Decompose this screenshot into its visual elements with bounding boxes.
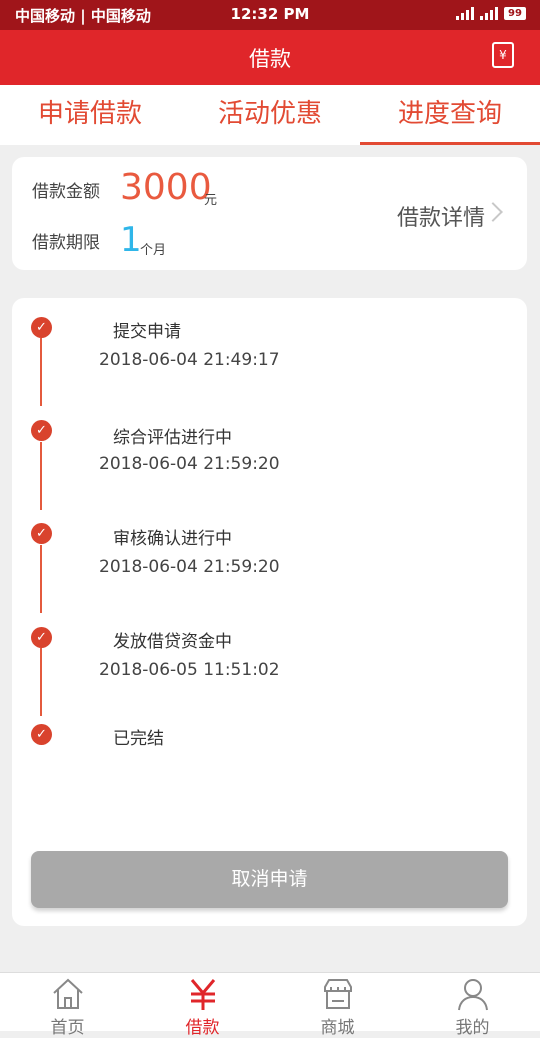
- timeline-step-title: 发放借贷资金中: [113, 632, 232, 652]
- cancel-application-button[interactable]: 取消申请: [31, 851, 508, 908]
- tab-promotions[interactable]: 活动优惠: [180, 85, 360, 145]
- check-icon: ✓: [31, 420, 52, 441]
- term-label: 借款期限: [32, 233, 100, 253]
- home-icon: [52, 978, 83, 1009]
- progress-card: ✓ 提交申请 2018-06-04 21:49:17 ✓ 综合评估进行中 201…: [12, 298, 527, 926]
- check-icon: ✓: [31, 317, 52, 338]
- timeline-step-time: 2018-06-04 21:59:20: [99, 454, 280, 474]
- app-header: 借款 ¥: [0, 30, 540, 85]
- store-icon: [323, 979, 352, 1009]
- timeline-step-title: 审核确认进行中: [113, 529, 232, 549]
- timeline-step-time: 2018-06-05 11:51:02: [99, 660, 280, 680]
- timeline-step-time: 2018-06-04 21:49:17: [99, 350, 280, 370]
- chevron-right-icon[interactable]: [483, 202, 503, 222]
- timeline-step-title: 综合评估进行中: [113, 428, 232, 448]
- tab-progress[interactable]: 进度查询: [360, 85, 540, 145]
- nav-item-mine[interactable]: 我的: [405, 973, 540, 1038]
- timeline-connector: [40, 648, 42, 716]
- loan-summary-card: 借款金额 3000 元 借款期限 1 个月 借款详情: [12, 157, 527, 270]
- term-value: 1: [120, 220, 142, 260]
- tab-apply-loan[interactable]: 申请借款: [0, 85, 180, 145]
- loan-exchange-icon[interactable]: ¥: [492, 42, 514, 68]
- timeline-step-title: 已完结: [113, 729, 164, 749]
- nav-label-mine: 我的: [455, 1018, 490, 1038]
- timeline-connector: [40, 442, 42, 510]
- status-icons: 99: [456, 6, 526, 20]
- amount-value: 3000: [120, 167, 212, 208]
- amount-unit: 元: [204, 193, 218, 208]
- term-unit: 个月: [140, 243, 167, 258]
- timeline-connector: [40, 338, 42, 406]
- user-icon: [457, 979, 488, 1011]
- amount-label: 借款金额: [32, 182, 100, 202]
- nav-item-loan[interactable]: 借款: [135, 973, 270, 1038]
- bottom-nav: 首页 借款 商城 我的: [0, 972, 540, 1038]
- page-title: 借款: [249, 47, 291, 71]
- signal-icon: [456, 6, 474, 20]
- status-bar: 中国移动 | 中国移动 12:32 PM 99: [0, 0, 540, 30]
- timeline-step-time: 2018-06-04 21:59:20: [99, 557, 280, 577]
- signal-icon-2: [480, 6, 498, 20]
- tab-bar: 申请借款 活动优惠 进度查询: [0, 85, 540, 145]
- nav-item-home[interactable]: 首页: [0, 973, 135, 1038]
- loan-detail-link[interactable]: 借款详情: [397, 200, 485, 232]
- check-icon: ✓: [31, 523, 52, 544]
- check-icon: ✓: [31, 627, 52, 648]
- timeline-connector: [40, 545, 42, 613]
- check-icon: ✓: [31, 724, 52, 745]
- yen-icon: [190, 979, 215, 1010]
- nav-label-store: 商城: [320, 1018, 355, 1038]
- nav-label-loan: 借款: [185, 1018, 220, 1038]
- nav-label-home: 首页: [50, 1018, 85, 1038]
- timeline-step-title: 提交申请: [113, 322, 181, 342]
- battery-icon: 99: [504, 6, 526, 20]
- nav-item-store[interactable]: 商城: [270, 973, 405, 1038]
